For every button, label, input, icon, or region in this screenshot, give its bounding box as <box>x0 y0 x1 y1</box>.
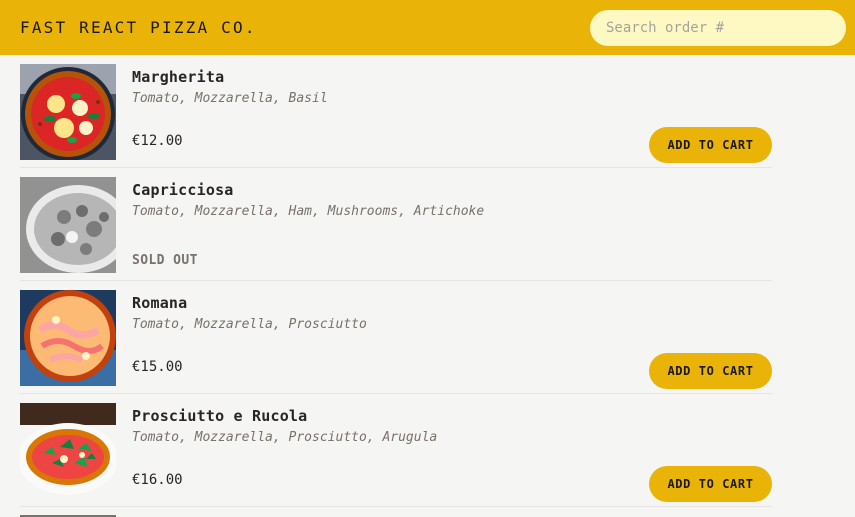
menu-item-footer: €12.00 ADD TO CART <box>132 127 772 163</box>
pizza-image-prosciutto-e-rucola <box>20 403 116 499</box>
add-to-cart-button[interactable]: ADD TO CART <box>649 466 772 502</box>
pizza-image-margherita <box>20 64 116 160</box>
pizza-price: €12.00 <box>132 133 183 149</box>
pizza-image-capricciosa <box>20 177 116 273</box>
menu-item-margherita: Margherita Tomato, Mozzarella, Basil €12… <box>20 55 772 168</box>
pizza-price: €15.00 <box>132 359 183 375</box>
add-to-cart-button[interactable]: ADD TO CART <box>649 353 772 389</box>
menu-item-partial <box>20 507 772 517</box>
pizza-ingredients: Tomato, Mozzarella, Basil <box>132 91 328 106</box>
pizza-name: Romana <box>132 294 188 312</box>
pizza-name: Capricciosa <box>132 181 234 199</box>
menu-item-info: Margherita Tomato, Mozzarella, Basil €12… <box>132 64 772 167</box>
pizza-ingredients: Tomato, Mozzarella, Prosciutto <box>132 317 367 332</box>
menu-item-info: Prosciutto e Rucola Tomato, Mozzarella, … <box>132 403 772 506</box>
menu-item-footer: €15.00 ADD TO CART <box>132 353 772 389</box>
sold-out-label: SOLD OUT <box>132 253 198 268</box>
app-header: FAST REACT PIZZA CO. <box>0 0 855 55</box>
pizza-image-romana <box>20 290 116 386</box>
menu-item-footer: €16.00 ADD TO CART <box>132 466 772 502</box>
pizza-ingredients: Tomato, Mozzarella, Ham, Mushrooms, Arti… <box>132 204 485 219</box>
menu-list: Margherita Tomato, Mozzarella, Basil €12… <box>20 55 772 517</box>
pizza-name: Prosciutto e Rucola <box>132 407 308 425</box>
logo-link[interactable]: FAST REACT PIZZA CO. <box>20 18 257 37</box>
pizza-ingredients: Tomato, Mozzarella, Prosciutto, Arugula <box>132 430 438 445</box>
menu-item-info: Romana Tomato, Mozzarella, Prosciutto €1… <box>132 290 772 393</box>
pizza-price: €16.00 <box>132 472 183 488</box>
menu-item-prosciutto-e-rucola: Prosciutto e Rucola Tomato, Mozzarella, … <box>20 394 772 507</box>
add-to-cart-button[interactable]: ADD TO CART <box>649 127 772 163</box>
pizza-name: Margherita <box>132 68 225 86</box>
menu-item-capricciosa: Capricciosa Tomato, Mozzarella, Ham, Mus… <box>20 168 772 281</box>
menu-item-romana: Romana Tomato, Mozzarella, Prosciutto €1… <box>20 281 772 394</box>
search-order-input[interactable] <box>590 9 846 46</box>
menu-item-footer: SOLD OUT <box>132 253 772 268</box>
menu-item-info: Capricciosa Tomato, Mozzarella, Ham, Mus… <box>132 177 772 280</box>
